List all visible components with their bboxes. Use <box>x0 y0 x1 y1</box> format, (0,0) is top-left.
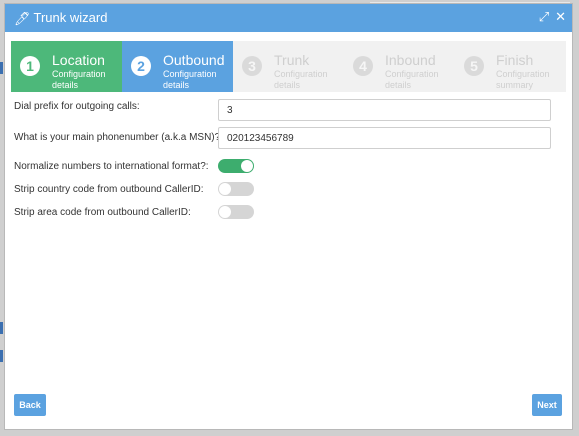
step-location[interactable]: 1 Location Configuration details <box>11 41 122 92</box>
step-name: Finish <box>496 52 534 68</box>
toggle-knob <box>219 183 231 195</box>
strip-area-toggle[interactable] <box>218 205 254 219</box>
strip-country-label: Strip country code from outbound CallerI… <box>14 184 204 195</box>
step-subtitle: Configuration details <box>385 69 439 90</box>
header-controls: ⤢ ✕ <box>533 10 566 24</box>
step-name: Outbound <box>163 52 225 68</box>
step-finish[interactable]: 5 Finish Configuration summary <box>455 41 566 92</box>
step-inbound[interactable]: 4 Inbound Configuration details <box>344 41 455 92</box>
dialog-title-wrap: 🖊 Trunk wizard <box>14 11 107 25</box>
expand-icon[interactable]: ⤢ <box>539 10 549 24</box>
step-number: 5 <box>464 56 484 76</box>
strip-country-toggle[interactable] <box>218 182 254 196</box>
dialog-title: Trunk wizard <box>33 10 108 25</box>
next-button[interactable]: Next <box>532 394 562 416</box>
toggle-knob <box>241 160 253 172</box>
dial-prefix-input[interactable] <box>218 99 551 121</box>
step-number: 1 <box>20 56 40 76</box>
step-number: 3 <box>242 56 262 76</box>
background-mark <box>0 322 3 334</box>
background-mark <box>0 62 3 74</box>
magic-wand-icon: 🖊 <box>14 10 31 26</box>
toggle-knob <box>219 206 231 218</box>
step-outbound[interactable]: 2 Outbound Configuration details <box>122 41 233 92</box>
step-subtitle: Configuration details <box>274 69 328 90</box>
close-icon[interactable]: ✕ <box>555 10 566 24</box>
step-subtitle: Configuration summary <box>496 69 550 90</box>
step-number: 4 <box>353 56 373 76</box>
main-number-label: What is your main phonenumber (a.k.a MSN… <box>14 132 223 143</box>
dialog-header: 🖊 Trunk wizard ⤢ ✕ <box>5 4 572 32</box>
trunk-wizard-dialog: 🖊 Trunk wizard ⤢ ✕ 1 Location Configurat… <box>4 3 573 430</box>
step-subtitle: Configuration details <box>163 69 217 90</box>
step-name: Inbound <box>385 52 436 68</box>
back-button[interactable]: Back <box>14 394 46 416</box>
step-trunk[interactable]: 3 Trunk Configuration details <box>233 41 344 92</box>
background-mark <box>0 350 3 362</box>
main-number-input[interactable] <box>218 127 551 149</box>
strip-area-label: Strip area code from outbound CallerID: <box>14 207 191 218</box>
step-subtitle: Configuration details <box>52 69 106 90</box>
step-name: Location <box>52 52 105 68</box>
dial-prefix-label: Dial prefix for outgoing calls: <box>14 101 140 112</box>
step-name: Trunk <box>274 52 310 68</box>
step-number: 2 <box>131 56 151 76</box>
normalize-toggle[interactable] <box>218 159 254 173</box>
normalize-label: Normalize numbers to international forma… <box>14 161 209 172</box>
wizard-steps: 1 Location Configuration details 2 Outbo… <box>11 41 566 92</box>
